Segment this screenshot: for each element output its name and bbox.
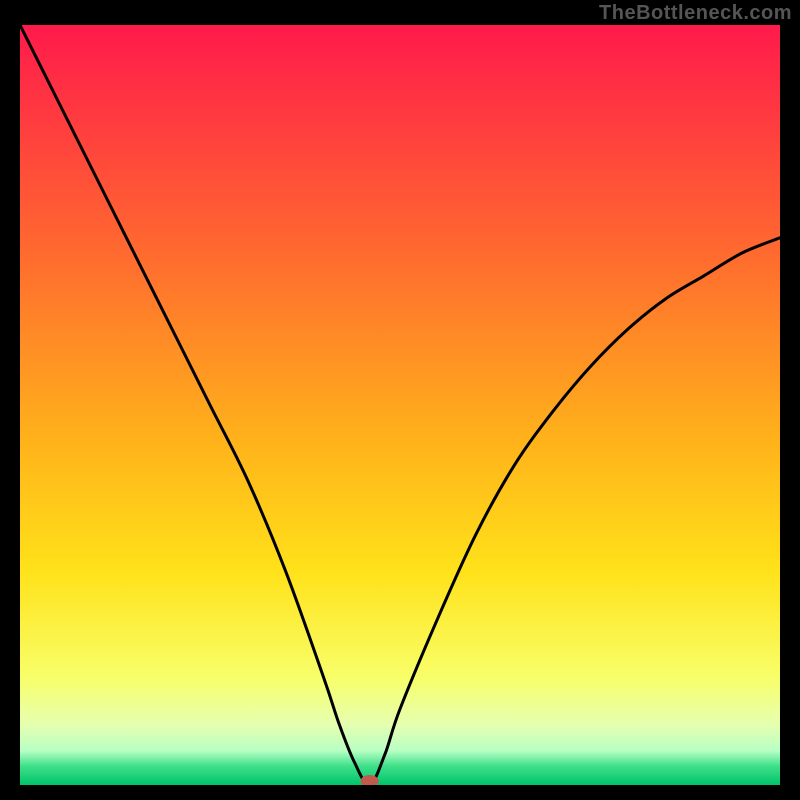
plot-area	[20, 25, 780, 785]
gradient-background	[20, 25, 780, 785]
chart-svg	[20, 25, 780, 785]
chart-container: TheBottleneck.com	[0, 0, 800, 800]
watermark-text: TheBottleneck.com	[599, 2, 792, 25]
